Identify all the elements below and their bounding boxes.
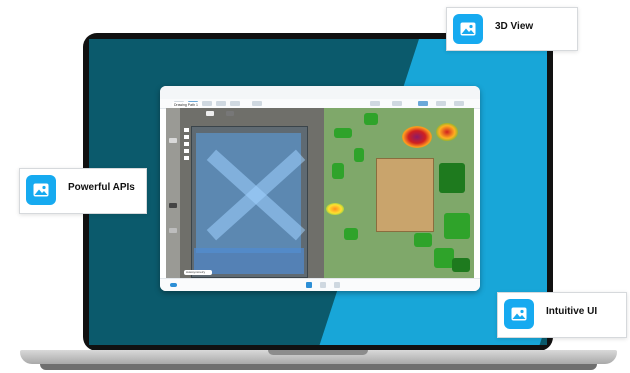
toolbar-button[interactable]: [436, 101, 446, 106]
app-titlebar: [160, 86, 480, 100]
toolbar-button[interactable]: [418, 101, 428, 106]
tree: [439, 163, 465, 193]
view-mode-button[interactable]: [306, 282, 312, 288]
side-toolbar[interactable]: [184, 128, 189, 162]
tree: [344, 228, 358, 240]
app-window: [160, 86, 480, 291]
drawing-tab[interactable]: Drawing Path 1: [172, 102, 202, 108]
car: [206, 111, 214, 116]
irradiance-heatmap: [326, 203, 344, 215]
car: [226, 111, 234, 116]
tree: [452, 258, 470, 272]
3d-view-pane[interactable]: [324, 108, 474, 278]
image-icon: [26, 175, 56, 205]
laptop-foot: [40, 364, 597, 370]
irradiance-heatmap: [436, 123, 458, 141]
view-mode-button[interactable]: [334, 282, 340, 288]
tree: [434, 248, 454, 268]
toolbar-button[interactable]: [392, 101, 402, 106]
status-bar: [160, 278, 480, 291]
toggle-switch[interactable]: [170, 283, 177, 287]
toolbar-button[interactable]: [202, 101, 212, 106]
callout-3d-view: 3D View: [446, 7, 578, 51]
image-icon: [453, 14, 483, 44]
toolbar-button[interactable]: [454, 101, 464, 106]
tree: [354, 148, 364, 162]
tree: [332, 163, 344, 179]
callout-intuitive-ui: Intuitive UI: [497, 292, 627, 338]
toolbar-button[interactable]: [252, 101, 262, 106]
toolbar-button[interactable]: [370, 101, 380, 106]
car: [169, 138, 177, 143]
tree: [364, 113, 378, 125]
callout-label: 3D View: [495, 21, 534, 32]
laptop-notch: [268, 350, 368, 355]
callout-label: Powerful APIs: [68, 182, 135, 193]
callout-label: Intuitive UI: [546, 306, 598, 317]
tree: [444, 213, 470, 239]
toolbar-button[interactable]: [230, 101, 240, 106]
view-mode-button[interactable]: [320, 282, 326, 288]
image-icon: [504, 299, 534, 329]
irradiance-heatmap: [402, 126, 432, 148]
toolbar-button[interactable]: [216, 101, 226, 106]
tree: [414, 233, 432, 247]
autosymmetry-chip[interactable]: Autosymmetry: [184, 270, 212, 275]
tree: [334, 128, 352, 138]
car: [169, 228, 177, 233]
road: [166, 108, 180, 278]
aerial-2d-view[interactable]: [166, 108, 324, 278]
car: [169, 203, 177, 208]
house-model[interactable]: [376, 158, 434, 232]
callout-powerful-apis: Powerful APIs: [19, 168, 147, 214]
